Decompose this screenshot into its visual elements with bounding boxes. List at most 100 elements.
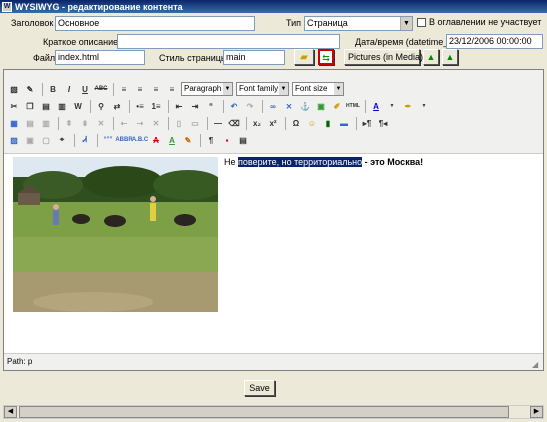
- delete-text-icon[interactable]: A: [149, 133, 163, 147]
- align-right-icon[interactable]: ≡: [149, 82, 163, 96]
- toolbar-separator: [285, 116, 286, 130]
- acronym-icon[interactable]: A.B.C: [132, 133, 148, 147]
- numbered-list-icon[interactable]: 1≡: [149, 99, 163, 113]
- align-left-icon[interactable]: ≡: [117, 82, 131, 96]
- insert-row-before-icon[interactable]: ⇞: [62, 116, 76, 130]
- chevron-down-icon[interactable]: ▼: [385, 99, 399, 113]
- insert-text-icon[interactable]: A: [165, 133, 179, 147]
- toolbar-row-3: ▦ ▤ ▥ ⇞ ⇟ ✕ ⇠ ⇢ ✕ ▯ ▭ — ⌫ x₂ x² Ω ☺ ▮ ▬: [7, 115, 392, 131]
- cleanup-icon[interactable]: ✎: [23, 82, 37, 96]
- anchor-icon[interactable]: ⚓: [298, 99, 312, 113]
- delete-col-icon[interactable]: ✕: [149, 116, 163, 130]
- ltr-icon[interactable]: ▸¶: [360, 116, 374, 130]
- strikethrough-icon[interactable]: ABC: [94, 82, 108, 96]
- link-icon[interactable]: ∞: [266, 99, 280, 113]
- media-icon[interactable]: ▮: [321, 116, 335, 130]
- cite-icon[interactable]: “””: [101, 133, 115, 147]
- content-photo: [13, 157, 218, 312]
- content-paragraph[interactable]: Не поверите, но территориально - это Мос…: [224, 157, 423, 167]
- image-icon[interactable]: ▣: [314, 99, 328, 113]
- subscript-icon[interactable]: x₂: [250, 116, 264, 130]
- horizontal-scrollbar[interactable]: ◀ ▶: [3, 405, 544, 419]
- blockquote-icon[interactable]: “: [204, 99, 218, 113]
- find-icon[interactable]: ⚲: [94, 99, 108, 113]
- style-input[interactable]: main: [223, 50, 285, 65]
- insert-col-after-icon[interactable]: ⇢: [133, 116, 147, 130]
- redo-icon[interactable]: ↷: [243, 99, 257, 113]
- rtl-icon[interactable]: ¶◂: [376, 116, 390, 130]
- bullet-list-icon[interactable]: •≡: [133, 99, 147, 113]
- open-folder-button[interactable]: ▰: [294, 49, 314, 65]
- outdent-icon[interactable]: ⇤: [172, 99, 186, 113]
- attribs-icon[interactable]: ✎: [181, 133, 195, 147]
- align-justify-icon[interactable]: ≡: [165, 82, 179, 96]
- pictures-media-button[interactable]: Pictures (in Media): [344, 49, 423, 65]
- text-color-icon[interactable]: A: [369, 99, 383, 113]
- editor-content[interactable]: Не поверите, но территориально - это Мос…: [4, 154, 543, 353]
- insert-layer-icon[interactable]: ▨: [7, 133, 21, 147]
- insert-picture-alt-button[interactable]: ▲: [442, 49, 458, 65]
- template-icon[interactable]: ▤: [236, 133, 250, 147]
- short-desc-label: Краткое описание: [43, 37, 119, 47]
- undo-icon[interactable]: ↶: [227, 99, 241, 113]
- italic-icon[interactable]: I: [62, 82, 76, 96]
- short-desc-input[interactable]: [117, 34, 340, 49]
- special-char-icon[interactable]: Ω: [289, 116, 303, 130]
- font-size-select[interactable]: Font size ▼: [292, 82, 344, 96]
- resize-grip-icon[interactable]: ◢: [532, 360, 541, 369]
- move-backward-icon[interactable]: ▢: [39, 133, 53, 147]
- scroll-thumb[interactable]: [19, 406, 509, 418]
- select-all-icon[interactable]: ▧: [7, 82, 21, 96]
- html-icon[interactable]: HTML: [346, 99, 360, 113]
- insert-col-before-icon[interactable]: ⇠: [117, 116, 131, 130]
- scroll-left-icon[interactable]: ◀: [4, 406, 17, 418]
- visual-chars-icon[interactable]: ¶: [204, 133, 218, 147]
- background-color-icon[interactable]: ✒: [401, 99, 415, 113]
- title-input[interactable]: Основное: [55, 16, 255, 31]
- underline-icon[interactable]: U: [78, 82, 92, 96]
- app-icon: W: [2, 1, 12, 12]
- toc-checkbox[interactable]: [417, 18, 426, 27]
- split-cells-icon[interactable]: ▯: [172, 116, 186, 130]
- unlink-icon[interactable]: ⨯: [282, 99, 296, 113]
- font-family-select[interactable]: Font family ▼: [236, 82, 289, 96]
- abbr-icon[interactable]: ABBR: [115, 133, 132, 147]
- refresh-button[interactable]: ⇆: [318, 49, 334, 65]
- table-row-props-icon[interactable]: ▤: [23, 116, 37, 130]
- toolbar-separator: [74, 133, 75, 147]
- nonbreaking-icon[interactable]: ▪: [220, 133, 234, 147]
- scroll-right-icon[interactable]: ▶: [530, 406, 543, 418]
- paste-word-icon[interactable]: W: [71, 99, 85, 113]
- superscript-icon[interactable]: x²: [266, 116, 280, 130]
- horizontal-rule-icon[interactable]: —: [211, 116, 225, 130]
- paste-text-icon[interactable]: ▥: [55, 99, 69, 113]
- delete-row-icon[interactable]: ✕: [94, 116, 108, 130]
- remove-format-icon[interactable]: ⌫: [227, 116, 241, 130]
- toolbar-separator: [129, 99, 130, 113]
- advhr-icon[interactable]: ▬: [337, 116, 351, 130]
- datetime-input[interactable]: 23/12/2006 00:00:00: [446, 34, 543, 49]
- merge-cells-icon[interactable]: ▭: [188, 116, 202, 130]
- move-forward-icon[interactable]: ▣: [23, 133, 37, 147]
- cleanup-brush-icon[interactable]: ✐: [330, 99, 344, 113]
- align-center-icon[interactable]: ≡: [133, 82, 147, 96]
- paste-icon[interactable]: ▤: [39, 99, 53, 113]
- styleprops-icon[interactable]: Ꮧ: [78, 133, 92, 147]
- toolbar-separator: [365, 99, 366, 113]
- replace-icon[interactable]: ⇄: [110, 99, 124, 113]
- absolute-icon[interactable]: ⌖: [55, 133, 69, 147]
- bold-icon[interactable]: B: [46, 82, 60, 96]
- cut-icon[interactable]: ✂: [7, 99, 21, 113]
- type-select[interactable]: Страница ▼: [304, 16, 413, 31]
- chevron-down-icon[interactable]: ▼: [417, 99, 431, 113]
- table-icon[interactable]: ▦: [7, 116, 21, 130]
- indent-icon[interactable]: ⇥: [188, 99, 202, 113]
- emoticons-icon[interactable]: ☺: [305, 116, 319, 130]
- table-cell-props-icon[interactable]: ▥: [39, 116, 53, 130]
- copy-icon[interactable]: ❐: [23, 99, 37, 113]
- format-select[interactable]: Paragraph ▼: [181, 82, 233, 96]
- file-input[interactable]: index.html: [55, 50, 145, 65]
- insert-row-after-icon[interactable]: ⇟: [78, 116, 92, 130]
- insert-picture-button[interactable]: ▲: [423, 49, 439, 65]
- save-button[interactable]: Save: [244, 380, 275, 396]
